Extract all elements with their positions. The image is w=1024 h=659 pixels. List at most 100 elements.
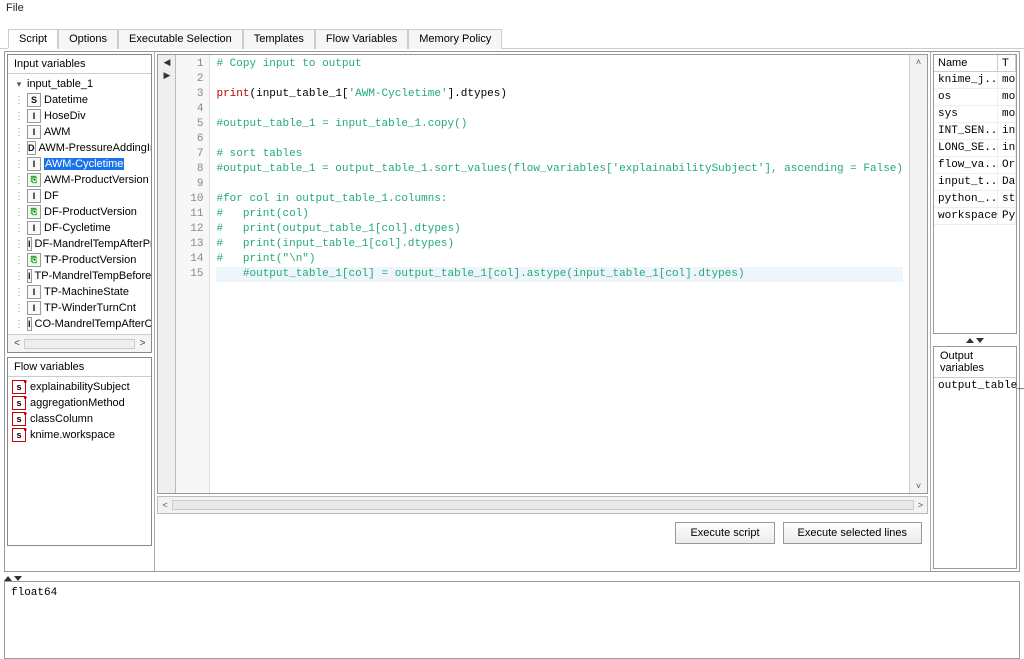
code-line[interactable] xyxy=(216,178,223,190)
main-area: Input variables ▾input_table_1⋮SDatetime… xyxy=(4,51,1020,572)
tree-item-label: TP-MandrelTempBeforeTap xyxy=(35,270,152,282)
code-line[interactable]: # print(col) xyxy=(216,208,308,220)
output-variable-item[interactable]: output_table_1 xyxy=(938,380,1012,392)
code-line[interactable]: #output_table_1 = input_table_1.copy() xyxy=(216,118,467,130)
table-empty-space xyxy=(934,225,1016,333)
table-row[interactable]: knime_j...mo xyxy=(934,72,1016,89)
tree-branch-icon: ⋮ xyxy=(14,303,24,314)
type-i-icon: I xyxy=(27,269,32,283)
tree-item[interactable]: ⋮⎘AWM-ProductVersion xyxy=(14,172,149,188)
code-line[interactable]: #for col in output_table_1.columns: xyxy=(216,193,447,205)
var-name-cell: python_... xyxy=(934,191,998,207)
code-line[interactable]: # Copy input to output xyxy=(216,58,361,70)
tree-item[interactable]: ⋮⎘DF-ProductVersion xyxy=(14,204,149,220)
code-line[interactable]: #output_table_1 = output_table_1.sort_va… xyxy=(216,163,903,175)
code-line[interactable]: # print(input_table_1[col].dtypes) xyxy=(216,238,454,250)
table-row[interactable]: osmo xyxy=(934,89,1016,106)
scroll-up-icon[interactable]: ˄ xyxy=(916,57,921,67)
tree-item-label: TP-WinderTurnCnt xyxy=(44,302,136,314)
table-row[interactable]: INT_SEN...in xyxy=(934,123,1016,140)
scroll-right-icon[interactable]: > xyxy=(135,338,149,349)
output-variables-list[interactable]: output_table_1 xyxy=(934,378,1016,568)
button-row: Execute script Execute selected lines xyxy=(155,516,930,550)
execute-script-button[interactable]: Execute script xyxy=(675,522,774,544)
tab-executable-selection[interactable]: Executable Selection xyxy=(118,29,243,49)
tree-branch-icon: ⋮ xyxy=(14,191,24,202)
tree-item[interactable]: ⋮IHoseDiv xyxy=(14,108,149,124)
tree-item[interactable]: ⋮IAWM xyxy=(14,124,149,140)
type-column-header[interactable]: T xyxy=(998,55,1016,71)
scrollbar-track[interactable] xyxy=(172,500,914,510)
table-row[interactable]: LONG_SE...in xyxy=(934,140,1016,157)
tree-root-node[interactable]: ▾input_table_1 xyxy=(14,76,149,92)
tree-item[interactable]: ⋮ITP-MandrelTempBeforeTap xyxy=(14,268,149,284)
table-row[interactable]: sysmo xyxy=(934,106,1016,123)
tree-item[interactable]: ⋮ITP-WinderTurnCnt xyxy=(14,300,149,316)
tree-item[interactable]: ⋮ICO-MandrelTempAfterCurin xyxy=(14,316,149,332)
tree-item[interactable]: ⋮SDatetime xyxy=(14,92,149,108)
tree-item[interactable]: ⋮IDF-MandrelTempAfterPreH xyxy=(14,236,149,252)
file-menu[interactable]: File xyxy=(0,0,1024,16)
tab-templates[interactable]: Templates xyxy=(243,29,315,49)
code-line[interactable]: #output_table_1[col] = output_table_1[co… xyxy=(216,267,903,282)
right-splitter[interactable] xyxy=(931,336,1019,344)
triangle-up-icon xyxy=(966,338,974,343)
tree-branch-icon: ⋮ xyxy=(14,127,24,138)
tab-options[interactable]: Options xyxy=(58,29,118,49)
flow-variable-item[interactable]: sknime.workspace xyxy=(12,427,147,443)
code-line[interactable] xyxy=(216,103,223,115)
input-variables-tree[interactable]: ▾input_table_1⋮SDatetime⋮IHoseDiv⋮IAWM⋮D… xyxy=(8,74,151,334)
tree-item[interactable]: ⋮ITP-MachineState xyxy=(14,284,149,300)
code-line[interactable] xyxy=(216,73,223,85)
tree-item[interactable]: ⋮IDF-Cycletime xyxy=(14,220,149,236)
code-area[interactable]: # Copy input to output print(input_table… xyxy=(210,55,909,493)
editor-horizontal-scrollbar[interactable]: < > xyxy=(157,496,928,514)
table-row[interactable]: input_t...Da xyxy=(934,174,1016,191)
tree-item-label: AWM-ProductVersion xyxy=(44,174,149,186)
horizontal-scrollbar[interactable]: < > xyxy=(8,334,151,352)
tree-item[interactable]: ⋮DAWM-PressureAddingInner xyxy=(14,140,149,156)
var-name-cell: INT_SEN... xyxy=(934,123,998,139)
tab-memory-policy[interactable]: Memory Policy xyxy=(408,29,502,49)
center-column: ◀ ▶ 123456789101112131415 # Copy input t… xyxy=(155,52,931,571)
table-row[interactable]: python_...st xyxy=(934,191,1016,208)
code-line[interactable] xyxy=(216,133,223,145)
flow-variables-list[interactable]: sexplainabilitySubjectsaggregationMethod… xyxy=(8,377,151,545)
tree-item-label: DF-Cycletime xyxy=(44,222,111,234)
output-variables-panel: Output variables output_table_1 xyxy=(933,346,1017,569)
left-splitter[interactable]: ◀ ▶ xyxy=(158,55,176,493)
tree-item-label: AWM xyxy=(44,126,70,138)
tree-item-label: AWM-Cycletime xyxy=(44,158,124,170)
flow-variable-item[interactable]: saggregationMethod xyxy=(12,395,147,411)
code-line[interactable]: print(input_table_1['AWM-Cycletime'].dty… xyxy=(216,88,507,100)
flow-variable-item[interactable]: sexplainabilitySubject xyxy=(12,379,147,395)
tab-flow-variables[interactable]: Flow Variables xyxy=(315,29,408,49)
execute-selected-lines-button[interactable]: Execute selected lines xyxy=(783,522,922,544)
name-column-header[interactable]: Name xyxy=(934,55,998,71)
code-line[interactable]: # print(output_table_1[col].dtypes) xyxy=(216,223,460,235)
var-type-cell: in xyxy=(998,140,1016,156)
scroll-right-icon[interactable]: > xyxy=(918,500,923,510)
vertical-scrollbar[interactable]: ˄ ˅ xyxy=(909,55,927,493)
triangle-left-icon: ◀ xyxy=(164,57,171,68)
scroll-down-icon[interactable]: ˅ xyxy=(916,481,921,491)
flow-variable-item[interactable]: sclassColumn xyxy=(12,411,147,427)
scroll-left-icon[interactable]: < xyxy=(10,338,24,349)
code-line[interactable]: # print("\n") xyxy=(216,253,315,265)
tree-item[interactable]: ⋮⎘TP-ProductVersion xyxy=(14,252,149,268)
code-editor[interactable]: ◀ ▶ 123456789101112131415 # Copy input t… xyxy=(157,54,928,494)
console-output[interactable]: float64 xyxy=(4,581,1020,659)
type-i-icon: I xyxy=(27,285,41,299)
type-s-icon: S xyxy=(27,93,41,107)
tree-item-label: DF-MandrelTempAfterPreH xyxy=(35,238,152,250)
var-name-cell: knime_j... xyxy=(934,72,998,88)
scroll-left-icon[interactable]: < xyxy=(162,500,167,510)
tree-item-label: Datetime xyxy=(44,94,88,106)
tree-item[interactable]: ⋮IAWM-Cycletime xyxy=(14,156,149,172)
tree-item[interactable]: ⋮IDF xyxy=(14,188,149,204)
scrollbar-track[interactable] xyxy=(24,339,135,349)
code-line[interactable]: # sort tables xyxy=(216,148,302,160)
tab-script[interactable]: Script xyxy=(8,29,58,49)
table-row[interactable]: workspacePy xyxy=(934,208,1016,225)
table-row[interactable]: flow_va...Or xyxy=(934,157,1016,174)
